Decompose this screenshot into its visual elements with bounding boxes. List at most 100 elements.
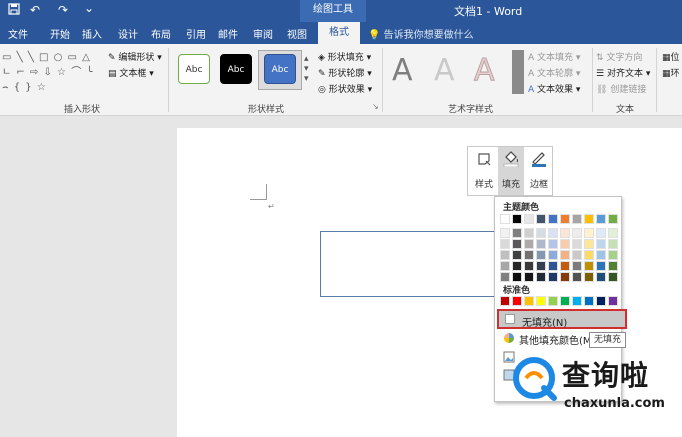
theme-color-swatch[interactable] (560, 214, 570, 224)
standard-color-swatch[interactable] (608, 296, 618, 306)
theme-color-shade-swatch[interactable] (596, 250, 606, 260)
theme-color-swatch[interactable] (596, 214, 606, 224)
theme-color-shade-swatch[interactable] (524, 272, 534, 282)
theme-color-shade-swatch[interactable] (596, 228, 606, 238)
wordart-gallery-scroll[interactable] (512, 50, 524, 94)
text-direction-button[interactable]: ⇅ 文字方向 (596, 50, 642, 63)
theme-color-shade-swatch[interactable] (512, 239, 522, 249)
tab-file[interactable]: 文件 (8, 26, 28, 41)
style-button[interactable]: 样式 (470, 147, 498, 195)
theme-color-shade-swatch[interactable] (536, 250, 546, 260)
tell-me-box[interactable]: 💡 告诉我你想要做什么 (368, 26, 474, 41)
shape-outline-button[interactable]: ✎ 形状轮廓 ▾ (318, 66, 372, 79)
standard-color-swatch[interactable] (572, 296, 582, 306)
theme-color-swatch[interactable] (512, 214, 522, 224)
customize-quick-access-icon[interactable]: ⌄ (84, 1, 94, 15)
theme-color-shade-swatch[interactable] (560, 239, 570, 249)
theme-color-shade-swatch[interactable] (512, 228, 522, 238)
theme-color-shade-swatch[interactable] (584, 272, 594, 282)
wordart-preset-gray[interactable]: A (392, 54, 413, 88)
no-fill-menu-item[interactable]: 无填充(N) (497, 309, 627, 329)
shape-fill-button[interactable]: ◈ 形状填充 ▾ (318, 50, 371, 63)
theme-color-shade-swatch[interactable] (524, 261, 534, 271)
theme-color-shade-swatch[interactable] (512, 272, 522, 282)
theme-color-shade-swatch[interactable] (500, 228, 510, 238)
wrap-text-button[interactable]: ▦环 (662, 66, 680, 79)
shape-style-preset-dark[interactable]: Abc (220, 54, 252, 84)
shape-gallery[interactable]: ▭ ╲ ╲ □ ○ ▭ △ ㄴ ⌐ ⇨ ⇩ ☆ ⌒ ╰ ⌢ { } ☆ (2, 50, 98, 96)
shape-style-preset-outline[interactable]: Abc (178, 54, 210, 84)
theme-color-shade-swatch[interactable] (536, 228, 546, 238)
tab-view[interactable]: 视图 (287, 26, 307, 41)
theme-color-shade-swatch[interactable] (584, 261, 594, 271)
theme-color-swatch[interactable] (584, 214, 594, 224)
text-outline-button[interactable]: A 文本轮廓 ▾ (528, 66, 580, 79)
theme-color-shade-swatch[interactable] (536, 239, 546, 249)
theme-color-shade-swatch[interactable] (584, 239, 594, 249)
theme-color-shade-swatch[interactable] (572, 261, 582, 271)
theme-color-shade-swatch[interactable] (572, 250, 582, 260)
tab-review[interactable]: 审阅 (253, 26, 273, 41)
align-text-button[interactable]: ☰ 对齐文本 ▾ (596, 66, 650, 79)
theme-color-shade-swatch[interactable] (536, 261, 546, 271)
tab-home[interactable]: 开始 (50, 26, 70, 41)
text-effects-button[interactable]: A 文本效果 ▾ (528, 82, 580, 95)
standard-color-swatch[interactable] (548, 296, 558, 306)
create-link-button[interactable]: ⛓ 创建链接 (596, 82, 646, 95)
theme-color-shade-swatch[interactable] (512, 261, 522, 271)
text-fill-button[interactable]: A 文本填充 ▾ (528, 50, 580, 63)
theme-color-shade-swatch[interactable] (560, 261, 570, 271)
tab-layout[interactable]: 布局 (151, 26, 171, 41)
theme-color-shade-swatch[interactable] (584, 250, 594, 260)
theme-color-shade-swatch[interactable] (548, 239, 558, 249)
theme-color-shade-swatch[interactable] (584, 228, 594, 238)
theme-color-shade-swatch[interactable] (608, 228, 618, 238)
standard-color-swatch[interactable] (596, 296, 606, 306)
wordart-preset-light[interactable]: A (434, 54, 455, 88)
theme-color-shade-swatch[interactable] (524, 250, 534, 260)
theme-color-shade-swatch[interactable] (608, 239, 618, 249)
theme-color-shade-swatch[interactable] (596, 261, 606, 271)
theme-color-shade-swatch[interactable] (512, 250, 522, 260)
standard-color-swatch[interactable] (560, 296, 570, 306)
tab-mailings[interactable]: 邮件 (218, 26, 238, 41)
theme-color-swatch[interactable] (572, 214, 582, 224)
theme-color-swatch[interactable] (524, 214, 534, 224)
theme-color-shade-swatch[interactable] (500, 239, 510, 249)
fill-button[interactable]: 填充 (498, 147, 524, 195)
standard-color-swatch[interactable] (500, 296, 510, 306)
theme-color-shade-swatch[interactable] (548, 261, 558, 271)
theme-color-shade-swatch[interactable] (572, 228, 582, 238)
standard-color-swatch[interactable] (512, 296, 522, 306)
standard-color-swatch[interactable] (536, 296, 546, 306)
position-button[interactable]: ▦位 (662, 50, 680, 63)
save-icon[interactable] (8, 3, 20, 18)
theme-color-shade-swatch[interactable] (536, 272, 546, 282)
theme-color-shade-swatch[interactable] (500, 250, 510, 260)
tab-format[interactable]: 格式 (318, 22, 360, 44)
theme-color-swatch[interactable] (500, 214, 510, 224)
border-button[interactable]: 边框 (526, 147, 552, 195)
textbox-button[interactable]: ▤ 文本框 ▾ (108, 66, 154, 79)
tab-design[interactable]: 设计 (118, 26, 138, 41)
theme-color-swatch[interactable] (548, 214, 558, 224)
theme-color-shade-swatch[interactable] (548, 228, 558, 238)
theme-color-shade-swatch[interactable] (524, 239, 534, 249)
tab-insert[interactable]: 插入 (82, 26, 102, 41)
theme-color-swatch[interactable] (536, 214, 546, 224)
dialog-launcher-icon[interactable]: ↘ (372, 102, 379, 111)
text-box-shape[interactable] (320, 231, 510, 297)
theme-color-shade-swatch[interactable] (548, 250, 558, 260)
theme-color-shade-swatch[interactable] (596, 239, 606, 249)
theme-color-swatch[interactable] (608, 214, 618, 224)
theme-color-shade-swatch[interactable] (572, 272, 582, 282)
theme-color-shade-swatch[interactable] (548, 272, 558, 282)
standard-color-swatch[interactable] (584, 296, 594, 306)
edit-shape-button[interactable]: ✎ 编辑形状 ▾ (108, 50, 162, 63)
redo-icon[interactable]: ↷ (58, 3, 68, 17)
standard-color-swatch[interactable] (524, 296, 534, 306)
style-gallery-scroll[interactable]: ▴ ▾ ▾ (304, 54, 309, 84)
theme-color-shade-swatch[interactable] (560, 228, 570, 238)
undo-icon[interactable]: ↶ (30, 3, 40, 17)
theme-color-shade-swatch[interactable] (500, 261, 510, 271)
